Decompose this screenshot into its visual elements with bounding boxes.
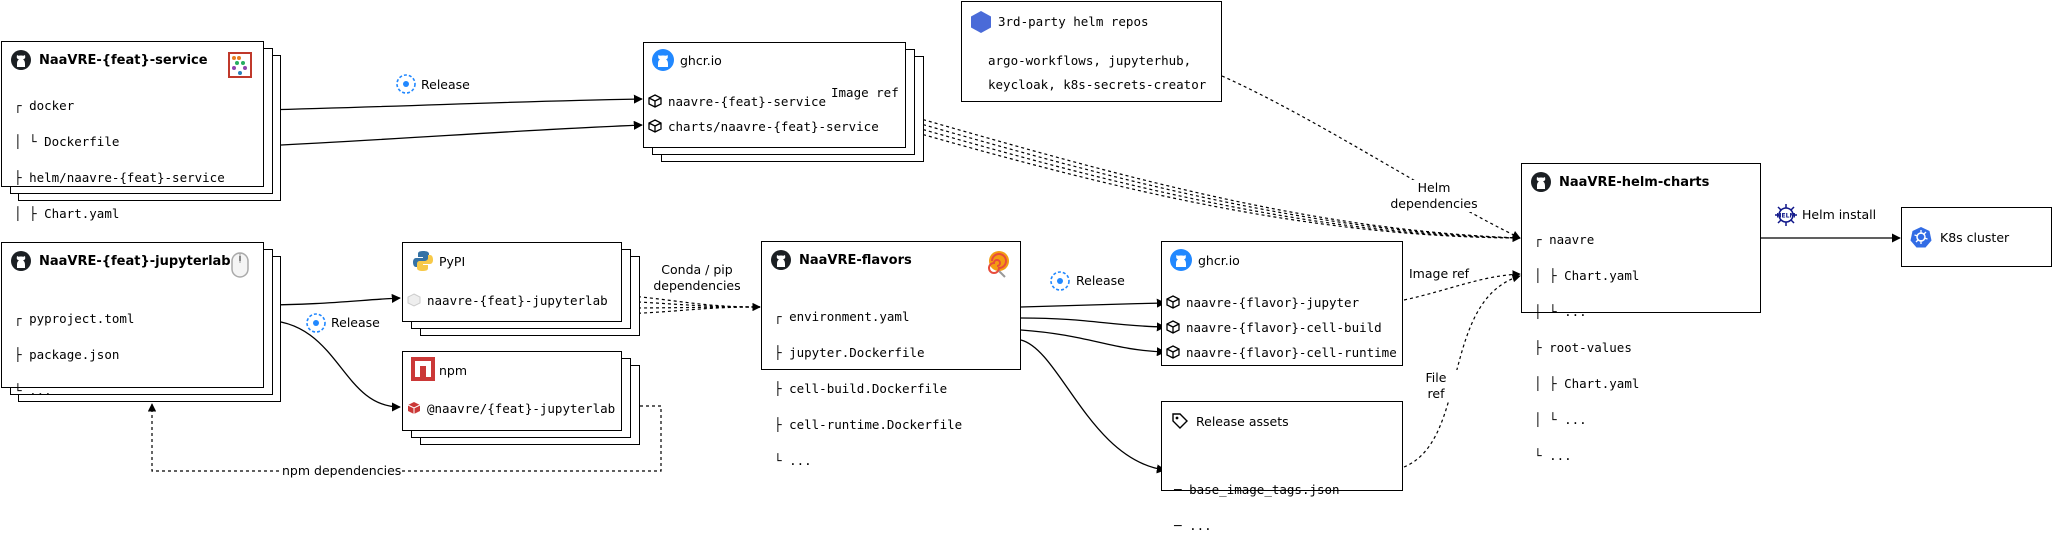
package-icon: [1166, 345, 1180, 359]
npm-package-icon: [407, 402, 421, 414]
jupyterlab-repo-title: NaaVRE-{feat}-jupyterlab: [39, 254, 231, 269]
edge-jupyterlab-to-pypi: [261, 293, 401, 306]
third-party-line2: keycloak, k8s-secrets-creator: [988, 77, 1207, 92]
k8s-cluster-card[interactable]: K8s cluster: [1901, 207, 2052, 267]
third-party-title: 3rd-party helm repos: [998, 14, 1149, 29]
k8s-title: K8s cluster: [1940, 230, 2010, 245]
ghcr-flavors-cell-runtime[interactable]: naavre-{flavor}-cell-runtime: [1186, 346, 1397, 359]
python-icon: [413, 251, 433, 271]
helm-deps-label: Helm dependencies: [1384, 180, 1484, 212]
flavors-repo-card[interactable]: NaaVRE-flavors ┌ environment.yaml ├ jupy…: [761, 241, 1021, 467]
edge-flavors-to-cell-runtime: [1020, 329, 1166, 357]
release-jupyterlab-label: Release: [331, 315, 380, 330]
ghcr-flavors-cell-build[interactable]: naavre-{flavor}-cell-build: [1186, 321, 1382, 334]
helm-charts-repo-tree: ┌ naavre │ ├ Chart.yaml │ └ ... ├ root-v…: [1534, 232, 1640, 463]
image-ref-flavors-label: Image ref: [1409, 266, 1470, 281]
service-repo-title: NaaVRE-{feat}-service: [39, 53, 208, 68]
release-assets-tree: ─ base_image_tags.json ─ ...: [1174, 482, 1340, 533]
abacus-icon: [228, 52, 252, 78]
tag-icon: [1172, 413, 1188, 429]
edge-flavors-to-release-assets: [1020, 339, 1166, 474]
helm-charts-repo-title: NaaVRE-helm-charts: [1559, 175, 1710, 190]
lollipop-icon: [988, 251, 1009, 278]
ghcr-icon: [652, 49, 674, 71]
third-party-helm-card[interactable]: 3rd-party helm repos argo-workflows, jup…: [961, 1, 1222, 102]
npm-card[interactable]: npm @naavre/{feat}-jupyterlab: [402, 351, 622, 431]
edge-service-to-ghcr-chart: [261, 120, 643, 147]
edge-third-party-helm-deps: [1221, 75, 1521, 239]
ghcr-icon: [1170, 249, 1192, 271]
kubernetes-icon: [1910, 227, 1932, 248]
argo-release-icon: [1050, 271, 1070, 291]
helm-icon: HELM: [1775, 204, 1797, 226]
npm-package[interactable]: @naavre/{feat}-jupyterlab: [427, 402, 615, 415]
jupyterlab-repo-card[interactable]: NaaVRE-{feat}-jupyterlab ┌ pyproject.tom…: [1, 242, 264, 397]
edge-jupyterlab-to-npm: [261, 319, 401, 412]
python-package-icon: [407, 293, 421, 307]
npm-dependencies-label: npm dependencies: [282, 463, 402, 478]
package-icon: [1166, 320, 1180, 334]
release-assets-card[interactable]: Release assets ─ base_image_tags.json ─ …: [1161, 401, 1403, 532]
edge-service-to-ghcr-image: [261, 94, 643, 111]
ghcr-flavors-card[interactable]: ghcr.io naavre-{flavor}-jupyter naavre-{…: [1161, 241, 1403, 366]
file-ref-label: File ref: [1414, 370, 1458, 402]
pypi-title: PyPI: [439, 254, 466, 269]
pypi-package[interactable]: naavre-{feat}-jupyterlab: [427, 294, 608, 307]
github-icon: [11, 50, 31, 70]
argo-release-icon: [306, 313, 326, 333]
package-icon: [648, 119, 662, 133]
service-repo-card[interactable]: NaaVRE-{feat}-service ┌ docker │ └ Docke…: [1, 41, 264, 292]
ghcr-flavors-title: ghcr.io: [1198, 253, 1240, 268]
mouse-icon: [231, 252, 249, 278]
argo-release-icon: [396, 74, 416, 94]
edge-flavors-to-cell-build: [1020, 317, 1166, 332]
ghcr-top-chart[interactable]: charts/naavre-{feat}-service: [668, 120, 879, 133]
pypi-card[interactable]: PyPI naavre-{feat}-jupyterlab: [402, 242, 622, 322]
flavors-repo-title: NaaVRE-flavors: [799, 253, 912, 268]
npm-icon: [411, 357, 435, 381]
npm-title: npm: [439, 363, 468, 378]
helm-install-label: Helm install: [1802, 207, 1877, 222]
release-flavors-label: Release: [1076, 273, 1125, 288]
github-icon: [1531, 172, 1551, 192]
github-icon: [11, 251, 31, 271]
svg-text:HELM: HELM: [1777, 213, 1796, 220]
ghcr-top-title: ghcr.io: [680, 53, 722, 68]
edge-flavors-to-jupyter: [1020, 298, 1166, 308]
package-icon: [1166, 295, 1180, 309]
hexagon-icon: [971, 11, 991, 33]
release-service-label: Release: [421, 77, 470, 92]
jupyterlab-repo-tree: ┌ pyproject.toml ├ package.json └ ...: [14, 311, 135, 398]
package-icon: [648, 94, 662, 108]
github-icon: [771, 250, 791, 270]
ghcr-top-image[interactable]: naavre-{feat}-service: [668, 95, 826, 108]
conda-pip-label: Conda / pip dependencies: [652, 262, 742, 294]
ghcr-flavors-jupyter[interactable]: naavre-{flavor}-jupyter: [1186, 296, 1359, 309]
flavors-repo-tree: ┌ environment.yaml ├ jupyter.Dockerfile …: [774, 309, 963, 468]
third-party-line1: argo-workflows, jupyterhub,: [988, 53, 1192, 68]
image-ref-top-label: Image ref: [831, 85, 899, 100]
release-assets-title: Release assets: [1196, 414, 1289, 429]
helm-charts-repo-card[interactable]: NaaVRE-helm-charts ┌ naavre │ ├ Chart.ya…: [1521, 163, 1761, 462]
